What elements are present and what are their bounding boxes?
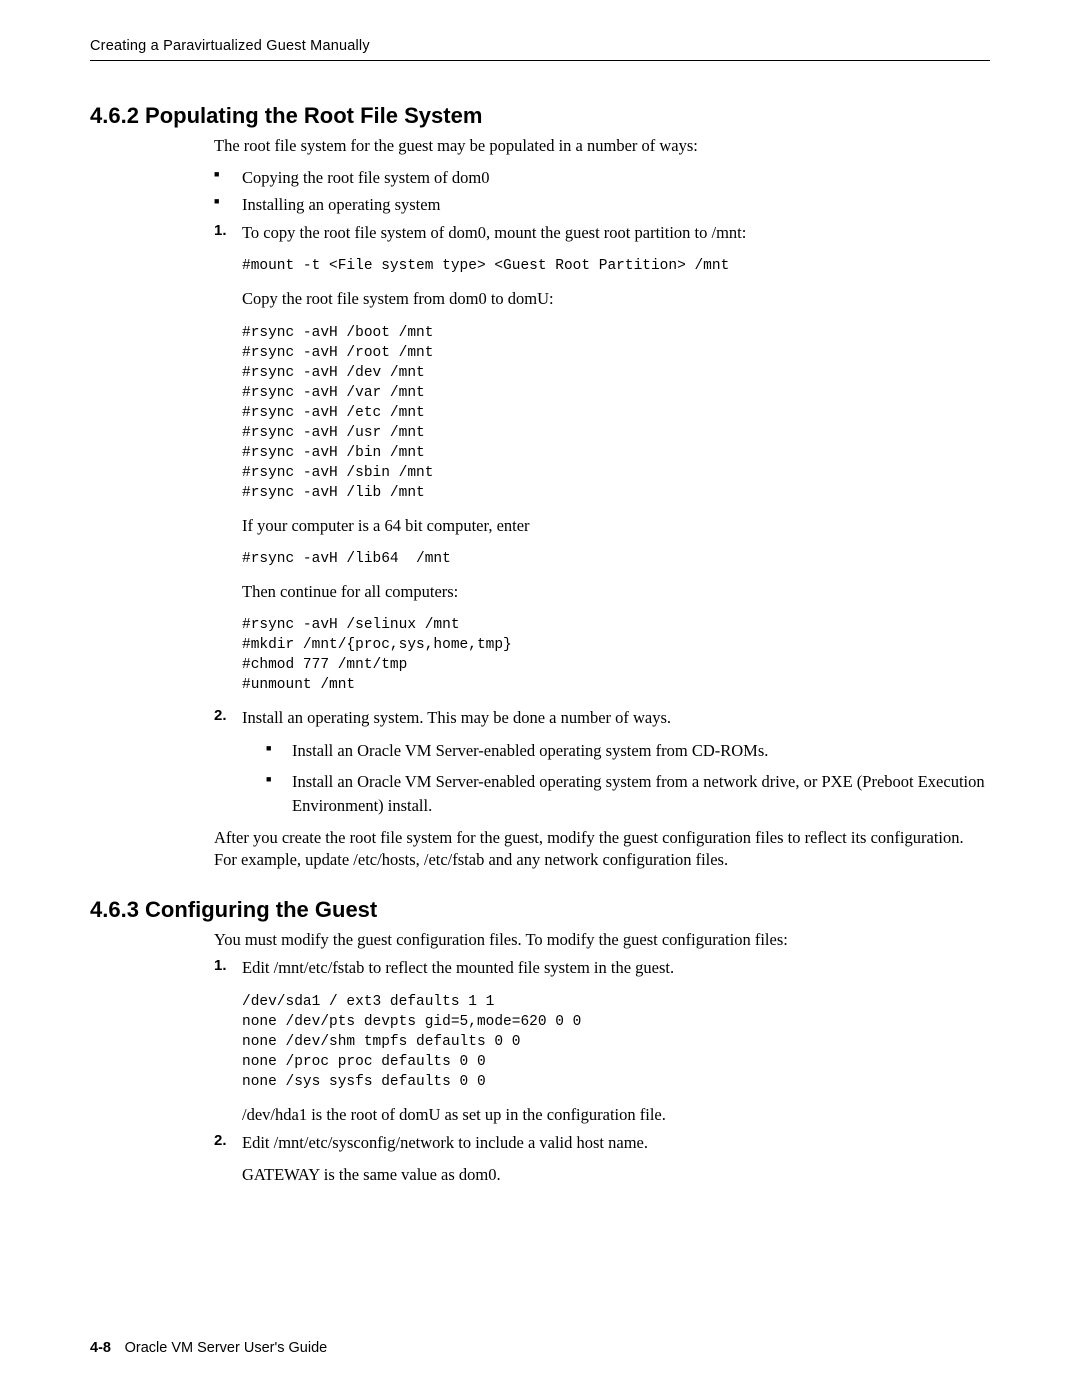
step-item: 2. Install an operating system. This may…: [214, 707, 990, 817]
page: Creating a Paravirtualized Guest Manuall…: [0, 0, 1080, 1397]
ordered-steps: 1. To copy the root file system of dom0,…: [214, 222, 990, 817]
step-number: 2.: [214, 1132, 227, 1149]
intro-para: You must modify the guest configuration …: [214, 929, 990, 951]
page-footer: 4-8 Oracle VM Server User's Guide: [90, 1340, 327, 1357]
bullet-list: Copying the root file system of dom0 Ins…: [214, 165, 990, 218]
closing-paragraph: After you create the root file system fo…: [214, 827, 990, 872]
step-text: To copy the root file system of dom0, mo…: [242, 222, 990, 244]
step-text: Install an operating system. This may be…: [242, 707, 990, 729]
code-block: #mount -t <File system type> <Guest Root…: [242, 256, 990, 276]
step-text: Edit /mnt/etc/fstab to reflect the mount…: [242, 957, 990, 979]
bullet-item: Installing an operating system: [214, 192, 990, 218]
paragraph: Copy the root file system from dom0 to d…: [242, 288, 990, 310]
code-block: #rsync -avH /boot /mnt #rsync -avH /root…: [242, 323, 990, 503]
guide-title: Oracle VM Server User's Guide: [125, 1340, 328, 1356]
nested-bullet-item: Install an Oracle VM Server-enabled oper…: [266, 770, 990, 816]
section-body-462: The root file system for the guest may b…: [214, 135, 990, 871]
running-header: Creating a Paravirtualized Guest Manuall…: [90, 38, 990, 61]
step-number: 2.: [214, 707, 227, 724]
intro-para: The root file system for the guest may b…: [214, 135, 990, 157]
page-number: 4-8: [90, 1340, 111, 1356]
ordered-steps: 1. Edit /mnt/etc/fstab to reflect the mo…: [214, 957, 990, 1186]
step-item: 2. Edit /mnt/etc/sysconfig/network to in…: [214, 1132, 990, 1187]
step-text: Edit /mnt/etc/sysconfig/network to inclu…: [242, 1132, 990, 1154]
nested-bullet-item: Install an Oracle VM Server-enabled oper…: [266, 739, 990, 762]
bullet-item: Copying the root file system of dom0: [214, 165, 990, 191]
section-heading-463: 4.6.3 Configuring the Guest: [90, 897, 990, 923]
step-item: 1. To copy the root file system of dom0,…: [214, 222, 990, 695]
step-number: 1.: [214, 957, 227, 974]
section-body-463: You must modify the guest configuration …: [214, 929, 990, 1186]
step-number: 1.: [214, 222, 227, 239]
paragraph: /dev/hda1 is the root of domU as set up …: [242, 1104, 990, 1126]
step-item: 1. Edit /mnt/etc/fstab to reflect the mo…: [214, 957, 990, 1126]
code-block: #rsync -avH /selinux /mnt #mkdir /mnt/{p…: [242, 615, 990, 695]
paragraph: GATEWAY is the same value as dom0.: [242, 1164, 990, 1186]
code-block: /dev/sda1 / ext3 defaults 1 1 none /dev/…: [242, 992, 990, 1092]
code-block: #rsync -avH /lib64 /mnt: [242, 549, 990, 569]
nested-bullet-list: Install an Oracle VM Server-enabled oper…: [266, 739, 990, 816]
section-heading-462: 4.6.2 Populating the Root File System: [90, 103, 990, 129]
paragraph: Then continue for all computers:: [242, 581, 990, 603]
paragraph: If your computer is a 64 bit computer, e…: [242, 515, 990, 537]
